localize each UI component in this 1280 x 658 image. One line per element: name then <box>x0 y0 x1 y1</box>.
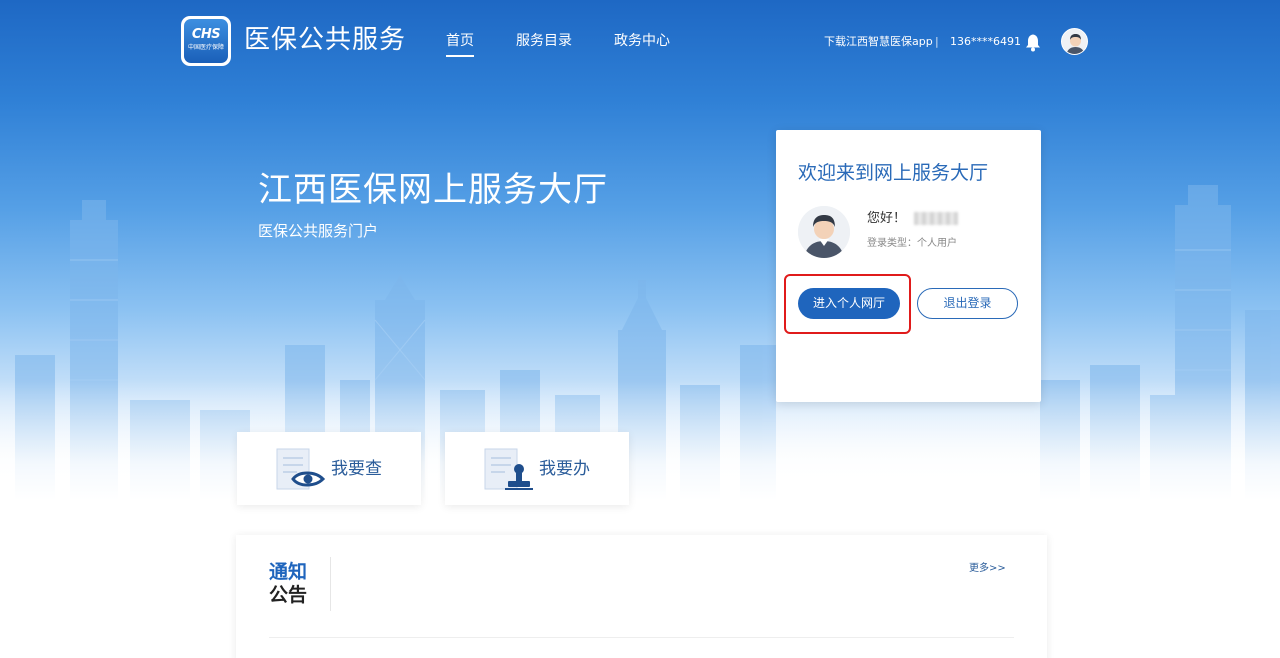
redacted-username <box>914 212 958 225</box>
user-avatar-icon <box>798 206 850 258</box>
top-navigation: CHS 中国医疗保障 医保公共服务 首页 服务目录 政务中心 下载江西智慧医保a… <box>0 0 1280 82</box>
logout-button[interactable]: 退出登录 <box>917 288 1018 319</box>
tile-query[interactable]: 我要查 <box>237 432 421 505</box>
avatar <box>798 206 850 258</box>
nav-service-catalog[interactable]: 服务目录 <box>516 32 572 50</box>
bell-icon[interactable] <box>1024 32 1042 52</box>
user-avatar-icon <box>1062 29 1088 55</box>
logo-subtext: 中国医疗保障 <box>184 44 228 52</box>
avatar[interactable] <box>1061 28 1088 55</box>
tile-query-label: 我要查 <box>331 458 382 480</box>
hero-subtitle: 医保公共服务门户 <box>258 221 378 241</box>
nav-home[interactable]: 首页 <box>446 32 474 50</box>
site-title: 医保公共服务 <box>244 22 406 58</box>
hero-title: 江西医保网上服务大厅 <box>258 168 608 212</box>
download-app-link[interactable]: 下载江西智慧医保app <box>824 35 933 49</box>
tile-handle[interactable]: 我要办 <box>445 432 629 505</box>
chs-logo[interactable]: CHS 中国医疗保障 <box>181 16 231 66</box>
logo-text: CHS <box>184 28 228 42</box>
greeting-text: 您好！ <box>867 210 906 228</box>
notice-divider <box>330 557 331 611</box>
hero-fade-overlay <box>0 380 1280 500</box>
document-stamp-icon <box>483 445 535 493</box>
user-phone[interactable]: 136****6491 <box>950 35 1021 49</box>
welcome-card: 欢迎来到网上服务大厅 您好！ 登录类型：个人用户 进入个人网厅 退出登录 <box>776 130 1041 402</box>
login-type-text: 登录类型：个人用户 <box>867 237 957 251</box>
notice-title-line1: 通知 <box>269 561 307 583</box>
tile-handle-label: 我要办 <box>539 458 590 480</box>
notice-title-line2: 公告 <box>269 584 307 606</box>
notice-panel: 通知 公告 更多>> <box>236 535 1047 658</box>
nav-separator: | <box>935 35 939 49</box>
welcome-title: 欢迎来到网上服务大厅 <box>798 160 988 186</box>
chs-logo-badge: CHS 中国医疗保障 <box>184 19 228 63</box>
notice-more-link[interactable]: 更多>> <box>969 562 1006 576</box>
nav-government-center[interactable]: 政务中心 <box>614 32 670 50</box>
notice-separator-line <box>269 637 1014 638</box>
search-document-eye-icon <box>275 445 327 493</box>
enter-personal-hall-button[interactable]: 进入个人网厅 <box>798 288 900 319</box>
